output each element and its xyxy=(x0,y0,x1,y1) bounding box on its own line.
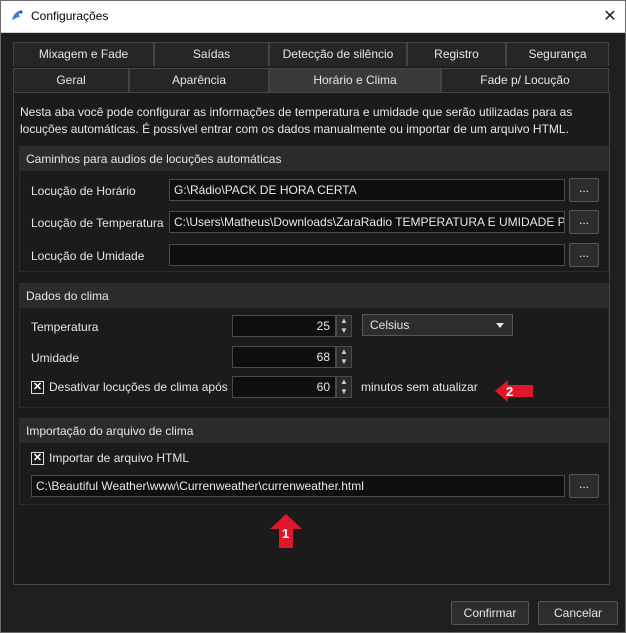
humidity-value-field[interactable]: 68 xyxy=(232,346,336,368)
tab-horario-clima[interactable]: Horário e Clima xyxy=(269,68,441,92)
confirm-button[interactable]: Confirmar xyxy=(451,601,529,625)
spin-up-icon[interactable]: ▲ xyxy=(337,347,351,357)
settings-window: Configurações ✕ Mixagem e Fade Saídas De… xyxy=(0,0,626,633)
temperatura-path-field[interactable]: C:\Users\Matheus\Downloads\ZaraRadio TEM… xyxy=(169,211,565,233)
weather-file-browse-button[interactable]: ... xyxy=(569,474,599,498)
import-group-title: Importação do arquivo de clima xyxy=(20,419,608,443)
minutes-spinner[interactable]: ▲ ▼ xyxy=(336,376,352,398)
horario-label: Locução de Horário xyxy=(31,184,136,198)
import-html-checkbox[interactable]: ✕ xyxy=(31,452,44,465)
app-logo-icon xyxy=(12,10,23,20)
tab-deteccao-silencio[interactable]: Detecção de silêncio xyxy=(269,42,407,66)
paths-group-title: Caminhos para audios de locuções automát… xyxy=(20,147,608,171)
tab-mixagem-fade[interactable]: Mixagem e Fade xyxy=(13,42,154,66)
tab-row-lower: Geral Aparência Horário e Clima Fade p/ … xyxy=(13,68,609,92)
weather-file-path-field[interactable]: C:\Beautiful Weather\www\Currenweather\c… xyxy=(31,475,565,497)
spin-up-icon[interactable]: ▲ xyxy=(337,377,351,387)
annotation-number-1: 1 xyxy=(282,526,290,541)
humidity-label: Umidade xyxy=(31,351,80,365)
title-bar: Configurações ✕ xyxy=(1,1,625,33)
tab-geral[interactable]: Geral xyxy=(13,68,129,92)
climate-group-title: Dados do clima xyxy=(20,284,608,308)
spin-down-icon[interactable]: ▼ xyxy=(337,357,351,367)
temperature-label: Temperatura xyxy=(31,320,99,334)
tab-aparencia[interactable]: Aparência xyxy=(129,68,269,92)
annotation-number-2: 2 xyxy=(506,384,514,399)
description-text: Nesta aba você pode configurar as inform… xyxy=(20,105,573,136)
temperature-unit-select[interactable]: Celsius xyxy=(362,314,513,336)
umidade-path-label: Locução de Umidade xyxy=(31,249,145,263)
umidade-path-field[interactable] xyxy=(169,244,565,266)
minutes-suffix-label: minutos sem atualizar xyxy=(361,380,478,394)
spin-down-icon[interactable]: ▼ xyxy=(337,387,351,397)
tab-panel-horario-clima: Nesta aba você pode configurar as inform… xyxy=(13,92,610,585)
tab-saidas[interactable]: Saídas xyxy=(154,42,269,66)
horario-path-field[interactable]: G:\Rádio\PACK DE HORA CERTA xyxy=(169,179,565,201)
spin-up-icon[interactable]: ▲ xyxy=(337,316,351,326)
import-html-label: Importar de arquivo HTML xyxy=(49,451,190,465)
cancel-button[interactable]: Cancelar xyxy=(538,601,618,625)
spin-down-icon[interactable]: ▼ xyxy=(337,326,351,336)
tab-registro[interactable]: Registro xyxy=(407,42,506,66)
disable-minutes-field[interactable]: 60 xyxy=(232,376,336,398)
import-group: Importação do arquivo de clima ✕ Importa… xyxy=(19,418,609,505)
horario-browse-button[interactable]: ... xyxy=(569,178,599,202)
disable-climate-label: Desativar locuções de clima após xyxy=(49,380,228,394)
temperature-unit-value: Celsius xyxy=(370,318,410,332)
temperature-value-field[interactable]: 25 xyxy=(232,315,336,337)
tab-seguranca[interactable]: Segurança xyxy=(506,42,609,66)
temperatura-path-label: Locução de Temperatura xyxy=(31,216,164,230)
chevron-down-icon xyxy=(496,323,504,328)
umidade-browse-button[interactable]: ... xyxy=(569,243,599,267)
annotation-arrow-2-icon xyxy=(495,380,533,402)
temperature-spinner[interactable]: ▲ ▼ xyxy=(336,315,352,337)
temperatura-browse-button[interactable]: ... xyxy=(569,210,599,234)
close-icon[interactable]: ✕ xyxy=(595,1,625,32)
tab-row-upper: Mixagem e Fade Saídas Detecção de silênc… xyxy=(13,42,609,66)
tab-fade-locucao[interactable]: Fade p/ Locução xyxy=(441,68,609,92)
window-title: Configurações xyxy=(31,9,109,23)
paths-group: Caminhos para audios de locuções automát… xyxy=(19,146,609,272)
humidity-spinner[interactable]: ▲ ▼ xyxy=(336,346,352,368)
disable-climate-checkbox[interactable]: ✕ xyxy=(31,381,44,394)
